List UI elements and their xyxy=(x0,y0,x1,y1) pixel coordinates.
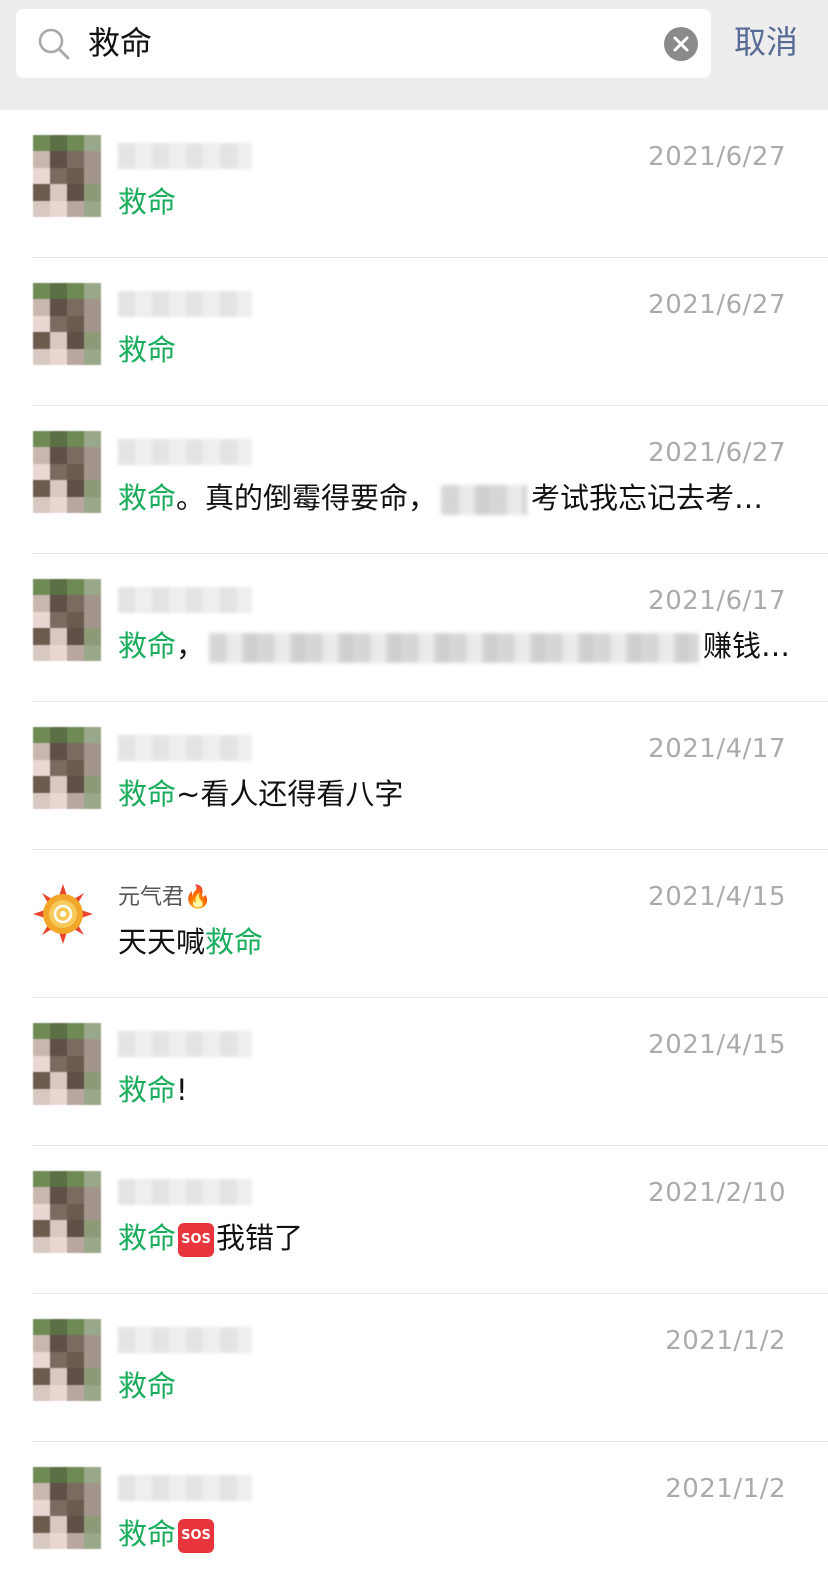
keyword-highlight: 救命 xyxy=(118,777,177,811)
contact-name-blurred xyxy=(118,439,252,465)
message-preview: 救命。真的倒霉得要命， 考试我忘记去考… xyxy=(118,476,788,520)
message-date: 2021/6/27 xyxy=(648,290,786,320)
result-row[interactable]: 2021/1/2 救命 SOS xyxy=(0,1442,828,1590)
search-results-list: 2021/6/27 救命 2021/6/27 救命 2021/6/27 救命。真… xyxy=(0,110,828,1590)
blurred-text xyxy=(441,485,528,515)
result-row[interactable]: 2021/4/15 救命! xyxy=(0,998,828,1146)
search-icon xyxy=(38,28,70,60)
message-preview: 救命， 赚钱… xyxy=(118,624,788,668)
message-preview: 救命 xyxy=(118,1364,788,1408)
search-bar[interactable] xyxy=(16,9,711,78)
message-preview: 救命 SOS 我错了 xyxy=(118,1216,788,1260)
search-header: 取消 xyxy=(0,0,828,110)
message-date: 2021/6/17 xyxy=(648,586,786,616)
result-row[interactable]: 2021/6/27 救命 xyxy=(0,258,828,406)
contact-name-blurred xyxy=(118,735,252,761)
avatar xyxy=(33,579,101,661)
message-date: 2021/6/27 xyxy=(648,438,786,468)
avatar xyxy=(33,1467,101,1549)
message-date: 2021/2/10 xyxy=(648,1178,786,1208)
contact-name-blurred xyxy=(118,291,252,317)
message-date: 2021/4/17 xyxy=(648,734,786,764)
result-row[interactable]: 2021/6/27 救命。真的倒霉得要命， 考试我忘记去考… xyxy=(0,406,828,554)
avatar xyxy=(33,727,101,809)
result-row[interactable]: 2021/2/10 救命 SOS 我错了 xyxy=(0,1146,828,1294)
blurred-text xyxy=(209,633,700,663)
message-date: 2021/4/15 xyxy=(648,882,786,912)
message-date: 2021/1/2 xyxy=(665,1326,786,1356)
contact-name-blurred xyxy=(118,1475,252,1501)
message-preview: 天天喊救命 xyxy=(118,920,788,964)
message-text: 我错了 xyxy=(216,1221,304,1255)
sos-emoji-icon: SOS xyxy=(178,1519,215,1553)
keyword-highlight: 救命 xyxy=(118,1369,177,1403)
clear-icon[interactable] xyxy=(664,27,698,61)
message-preview: 救命 xyxy=(118,180,788,224)
message-preview: 救命! xyxy=(118,1068,788,1112)
keyword-highlight: 救命 xyxy=(118,1221,177,1255)
contact-name-blurred xyxy=(118,1179,252,1205)
message-text: ! xyxy=(176,1073,188,1107)
avatar xyxy=(33,1319,101,1401)
message-date: 2021/4/15 xyxy=(648,1030,786,1060)
result-row[interactable]: 2021/6/27 救命 xyxy=(0,110,828,258)
message-preview: 救命 SOS xyxy=(118,1512,788,1556)
message-text: 。真的倒霉得要命， xyxy=(176,481,438,515)
cancel-button[interactable]: 取消 xyxy=(734,20,798,64)
sun-avatar-icon xyxy=(33,884,93,944)
avatar xyxy=(33,1023,101,1105)
result-row[interactable]: 2021/1/2 救命 xyxy=(0,1294,828,1442)
message-text: 赚钱… xyxy=(703,629,788,663)
contact-name-blurred xyxy=(118,1031,252,1057)
message-text: ~看人还得看八字 xyxy=(176,777,404,811)
message-preview: 救命 xyxy=(118,328,788,372)
avatar xyxy=(33,1171,101,1253)
contact-name-blurred xyxy=(118,1327,252,1353)
message-preview: 救命~看人还得看八字 xyxy=(118,772,788,816)
message-text: 考试我忘记去考… xyxy=(531,481,764,515)
message-date: 2021/1/2 xyxy=(665,1474,786,1504)
result-row[interactable]: 2021/4/17 救命~看人还得看八字 xyxy=(0,702,828,850)
result-row[interactable]: 元气君🔥 2021/4/15 天天喊救命 xyxy=(0,850,828,998)
avatar xyxy=(33,135,101,217)
keyword-highlight: 救命 xyxy=(118,333,177,367)
keyword-highlight: 救命 xyxy=(118,481,177,515)
search-input[interactable] xyxy=(88,17,648,70)
sos-emoji-icon: SOS xyxy=(178,1223,215,1257)
avatar xyxy=(33,283,101,365)
message-text: ， xyxy=(176,629,206,663)
avatar xyxy=(33,431,101,513)
contact-name-blurred xyxy=(118,587,252,613)
message-text: 天天喊 xyxy=(118,925,206,959)
message-date: 2021/6/27 xyxy=(648,142,786,172)
result-row[interactable]: 2021/6/17 救命， 赚钱… xyxy=(0,554,828,702)
keyword-highlight: 救命 xyxy=(118,1517,177,1551)
keyword-highlight: 救命 xyxy=(118,1073,177,1107)
contact-name: 元气君🔥 xyxy=(118,885,212,910)
keyword-highlight: 救命 xyxy=(118,629,177,663)
contact-name-blurred xyxy=(118,143,252,169)
keyword-highlight: 救命 xyxy=(205,925,264,959)
keyword-highlight: 救命 xyxy=(118,185,177,219)
